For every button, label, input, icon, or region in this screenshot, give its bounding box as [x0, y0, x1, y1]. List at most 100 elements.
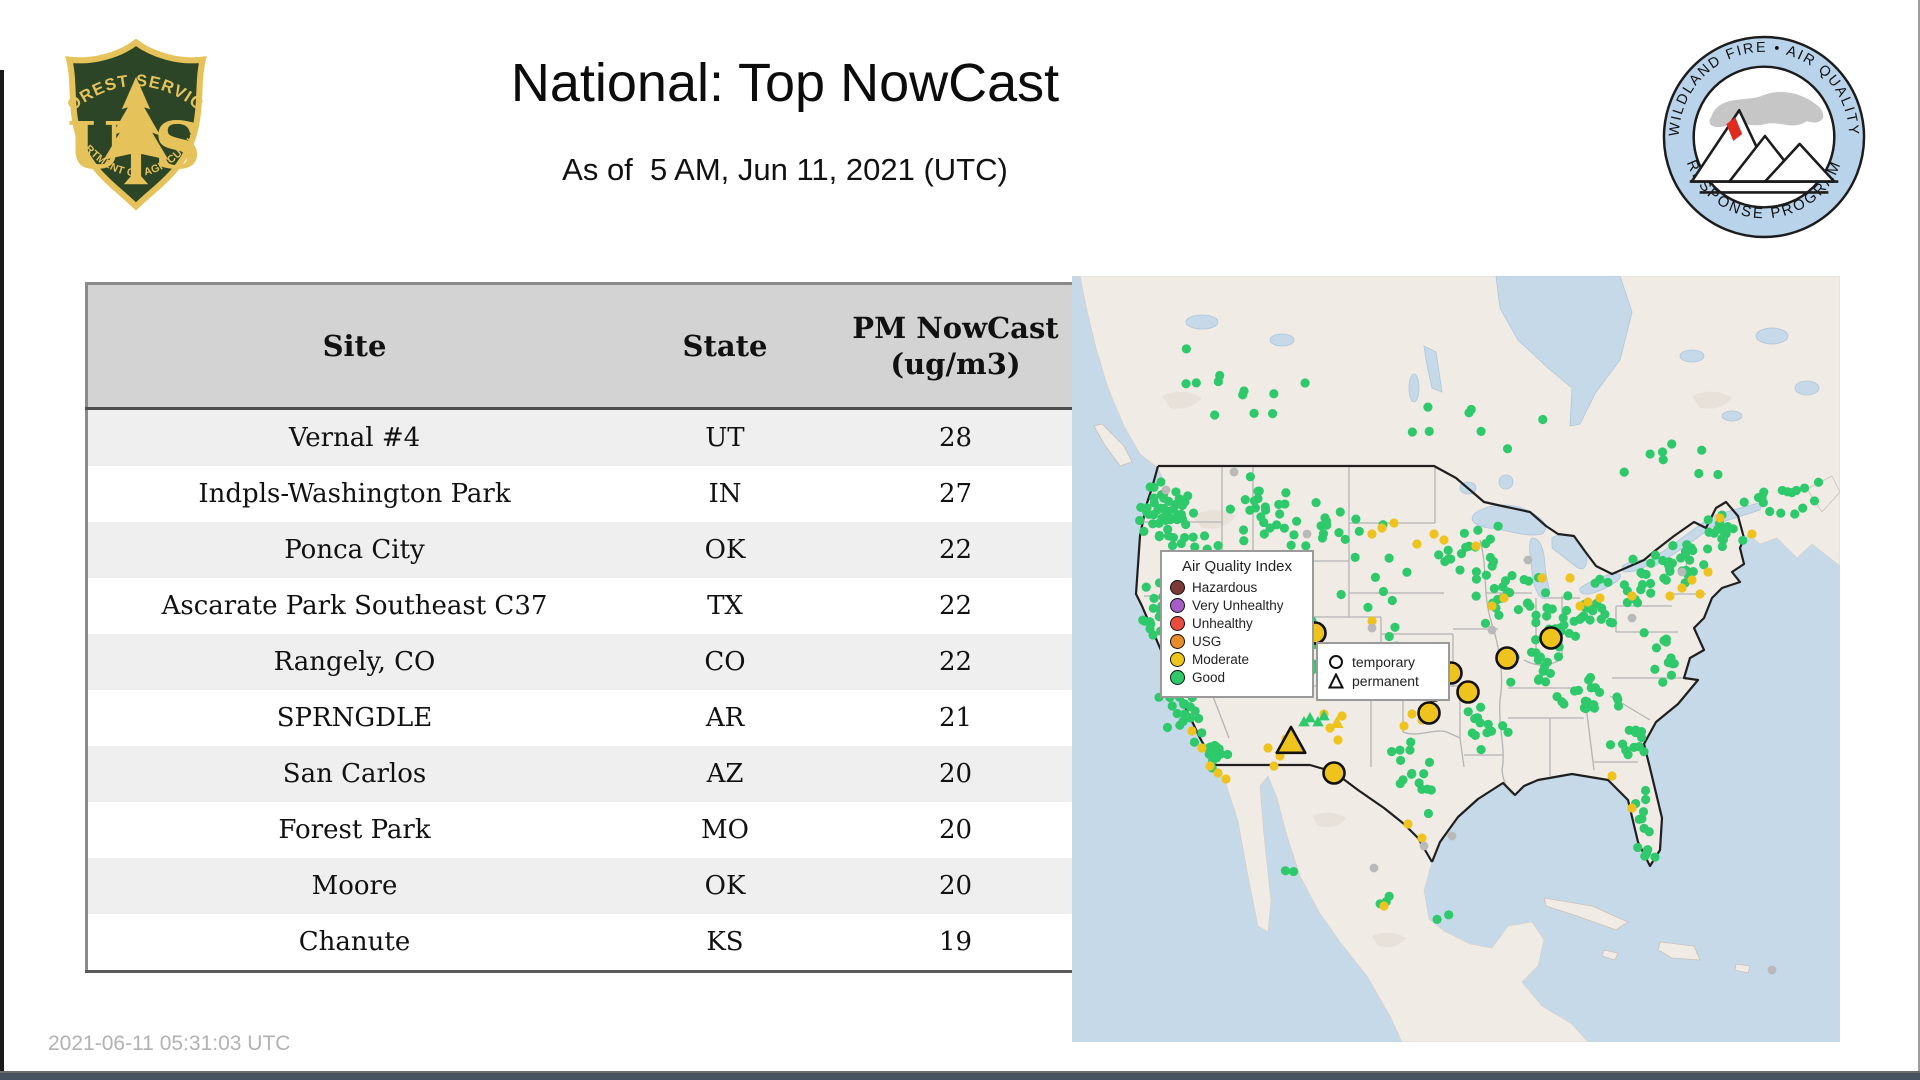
- nowcast-value-cell: 22: [829, 634, 1084, 690]
- good-monitor-dot: [1444, 910, 1454, 920]
- good-monitor-dot: [1384, 631, 1394, 642]
- good-monitor-dot: [1639, 823, 1649, 833]
- moderate-monitor-dot: [1665, 591, 1675, 601]
- aqi-legend-label: USG: [1192, 634, 1222, 649]
- moderate-monitor-dot: [1627, 803, 1637, 813]
- good-monitor-dot: [1612, 692, 1622, 702]
- moderate-monitor-dot: [1715, 513, 1725, 523]
- good-monitor-dot: [1135, 515, 1145, 526]
- aqi-swatch-icon: [1170, 580, 1185, 595]
- moderate-monitor-dot: [1677, 583, 1687, 593]
- good-monitor-dot: [1188, 508, 1199, 518]
- nowcast-value-cell: 28: [829, 408, 1084, 466]
- aqi-legend-title: Air Quality Index: [1181, 558, 1293, 575]
- good-monitor-dot: [1320, 513, 1330, 523]
- good-monitor-dot: [1798, 503, 1808, 513]
- moderate-monitor-dot: [1703, 567, 1713, 577]
- site-cell: San Carlos: [86, 746, 621, 802]
- moderate-monitor-dot: [1221, 774, 1231, 784]
- good-monitor-dot: [1577, 613, 1587, 623]
- table-row: Moore OK 20: [86, 858, 1084, 914]
- good-monitor-dot: [1197, 728, 1207, 738]
- good-monitor-dot: [1640, 851, 1650, 861]
- good-monitor-dot: [1564, 628, 1574, 638]
- good-monitor-dot: [1351, 514, 1361, 524]
- nowcast-value-cell: 20: [829, 746, 1084, 802]
- good-monitor-dot: [1531, 635, 1541, 645]
- good-monitor-dot: [1661, 634, 1671, 644]
- good-monitor-dot: [1275, 509, 1285, 519]
- site-cell: Chanute: [86, 914, 621, 972]
- aqi-legend-label: Unhealthy: [1192, 616, 1253, 631]
- good-monitor-dot: [1148, 603, 1158, 613]
- moderate-monitor-dot: [1263, 743, 1273, 753]
- good-monitor-dot: [1210, 410, 1220, 420]
- good-monitor-dot: [1265, 523, 1275, 533]
- good-monitor-dot: [1470, 730, 1480, 741]
- good-monitor-dot: [1142, 503, 1152, 513]
- nodata-monitor-dot: [1229, 467, 1239, 477]
- shape-legend-label: permanent: [1352, 673, 1419, 689]
- moderate-monitor-dot: [1695, 589, 1705, 599]
- good-monitor-dot: [1663, 560, 1674, 570]
- moderate-monitor-dot: [1399, 721, 1409, 731]
- good-monitor-dot: [1149, 593, 1159, 603]
- good-monitor-dot: [1424, 757, 1435, 767]
- good-monitor-dot: [1650, 852, 1660, 862]
- moderate-monitor-dot: [1627, 591, 1637, 601]
- good-monitor-dot: [1637, 733, 1647, 743]
- good-monitor-dot: [1738, 535, 1748, 545]
- table-row: Forest Park MO 20: [86, 802, 1084, 858]
- good-monitor-dot: [1291, 516, 1302, 526]
- nowcast-value-cell: 19: [829, 914, 1084, 972]
- moderate-monitor-dot: [1499, 593, 1509, 603]
- aqi-legend-item: Good: [1170, 670, 1304, 685]
- aqi-swatch-icon: [1170, 652, 1185, 667]
- good-monitor-dot: [1407, 768, 1417, 779]
- good-monitor-dot: [1210, 740, 1220, 751]
- good-monitor-dot: [1650, 550, 1661, 560]
- good-monitor-dot: [1167, 540, 1178, 551]
- good-monitor-dot: [1179, 532, 1190, 543]
- good-monitor-dot: [1542, 657, 1552, 667]
- state-cell: IN: [621, 466, 829, 522]
- good-monitor-dot: [1300, 378, 1310, 388]
- good-monitor-dot: [1487, 561, 1497, 571]
- good-monitor-dot: [1268, 409, 1278, 419]
- moderate-monitor-dot: [1337, 711, 1347, 721]
- good-monitor-dot: [1723, 521, 1733, 532]
- good-monitor-dot: [1485, 552, 1495, 563]
- site-cell: Ponca City: [86, 522, 621, 578]
- good-monitor-dot: [1225, 504, 1235, 514]
- nodata-monitor-dot: [1369, 863, 1379, 873]
- good-monitor-dot: [1480, 618, 1491, 628]
- marker-shape-legend: temporary permanent: [1316, 642, 1450, 701]
- good-monitor-dot: [1502, 444, 1513, 454]
- good-monitor-dot: [1493, 521, 1503, 531]
- good-monitor-dot: [1423, 808, 1434, 819]
- good-monitor-dot: [1280, 866, 1291, 876]
- good-monitor-dot: [1390, 622, 1400, 632]
- good-monitor-dot: [1623, 750, 1633, 760]
- good-monitor-dot: [1640, 785, 1651, 796]
- page-subtitle: As of 5 AM, Jun 11, 2021 (UTC): [562, 152, 1008, 187]
- aqi-swatch-icon: [1170, 670, 1185, 685]
- good-monitor-dot: [1589, 700, 1599, 710]
- state-cell: AZ: [621, 746, 829, 802]
- permanent-triangle-icon: [1327, 673, 1345, 689]
- good-monitor-dot: [1289, 530, 1299, 540]
- good-monitor-dot: [1140, 616, 1150, 626]
- good-monitor-dot: [1407, 427, 1417, 437]
- good-monitor-dot: [1694, 468, 1704, 479]
- good-monitor-dot: [1481, 570, 1491, 580]
- good-monitor-dot: [1213, 376, 1223, 387]
- good-monitor-dot: [1650, 664, 1660, 674]
- good-monitor-dot: [1253, 494, 1263, 504]
- good-monitor-dot: [1790, 509, 1800, 519]
- nodata-monitor-dot: [1447, 831, 1457, 841]
- good-monitor-dot: [1759, 487, 1769, 497]
- us-air-quality-map: Air Quality Index Hazardous Very Unhealth…: [1072, 276, 1840, 1042]
- nodata-monitor-dot: [1487, 625, 1497, 635]
- table-row: Chanute KS 19: [86, 914, 1084, 972]
- nowcast-table-body: Vernal #4 UT 28 Indpls-Washington Park IN 27 P…: [86, 408, 1084, 972]
